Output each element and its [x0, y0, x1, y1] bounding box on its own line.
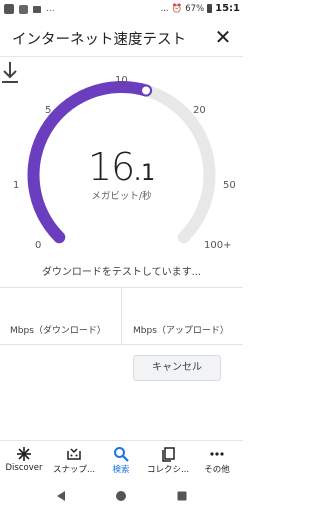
tick-0: 0 — [35, 240, 42, 251]
nav-search[interactable]: 検索 — [97, 445, 145, 475]
speed-unit: メガビット/秒 — [91, 191, 152, 202]
nav-more[interactable]: その他 — [193, 445, 241, 475]
battery-icon — [207, 4, 213, 13]
nav-snapshot[interactable]: スナップ... — [50, 445, 98, 475]
cancel-button[interactable]: キャンセル — [133, 355, 221, 381]
page-title: インターネット速度テスト — [12, 32, 186, 48]
nav-label-search: 検索 — [112, 465, 130, 475]
download-result-label: Mbps（ダウンロード） — [10, 326, 106, 336]
nav-collections[interactable]: コレクシ... — [144, 445, 192, 475]
alarm-icon: ⏰ — [171, 3, 183, 14]
system-navigation-bar — [0, 480, 243, 512]
tick-5: 5 — [45, 105, 52, 116]
tick-10: 10 — [115, 75, 128, 86]
upload-result-label: Mbps（アップロード） — [133, 326, 229, 336]
app-header: インターネット速度テスト ✕ — [0, 22, 243, 57]
status-bar: ... ... ⏰ 67% 15:1 — [0, 0, 243, 22]
download-arrow-icon — [2, 62, 18, 83]
tick-100-plus: 100+ — [204, 240, 232, 251]
speed-value: 16.1 — [0, 145, 243, 189]
more-status-icon: ... — [160, 3, 169, 14]
image-notification-icon — [33, 5, 41, 13]
speed-gauge: 0 1 5 10 20 50 100+ 16.1 メガビット/秒 — [0, 60, 243, 265]
app-notification-icon — [4, 4, 14, 14]
home-icon[interactable] — [115, 490, 127, 502]
status-left-icons: ... — [4, 4, 55, 14]
results-divider — [121, 288, 122, 344]
tick-20: 20 — [193, 105, 206, 116]
nav-label-more: その他 — [204, 465, 230, 475]
snapshot-icon — [50, 445, 98, 463]
status-right: ... ⏰ 67% 15:1 — [161, 3, 240, 14]
back-icon[interactable] — [55, 490, 67, 502]
collections-icon — [144, 445, 192, 463]
signal-icon — [19, 4, 28, 14]
speed-whole: 16 — [87, 145, 135, 189]
results-panel: Mbps（ダウンロード） Mbps（アップロード） — [0, 287, 243, 345]
bottom-navigation: Discover スナップ... 検索 コレクシ... その他 — [0, 440, 243, 481]
recents-icon[interactable] — [176, 490, 188, 502]
nav-label-collections: コレクシ... — [146, 465, 190, 475]
asterisk-icon — [0, 445, 48, 463]
battery-percent: 67% — [185, 3, 205, 14]
test-status-text: ダウンロードをテストしています... — [41, 267, 202, 278]
close-icon[interactable]: ✕ — [211, 25, 235, 49]
gauge-knob — [140, 84, 153, 97]
nav-label-snapshot: スナップ... — [52, 465, 96, 475]
nav-discover[interactable]: Discover — [0, 445, 48, 473]
nav-label-discover: Discover — [5, 463, 43, 473]
speed-decimal: .1 — [134, 161, 156, 186]
clock: 15:1 — [215, 3, 240, 14]
search-icon — [97, 445, 145, 463]
more-icon — [193, 445, 241, 463]
more-notifications-icon: ... — [46, 4, 55, 14]
